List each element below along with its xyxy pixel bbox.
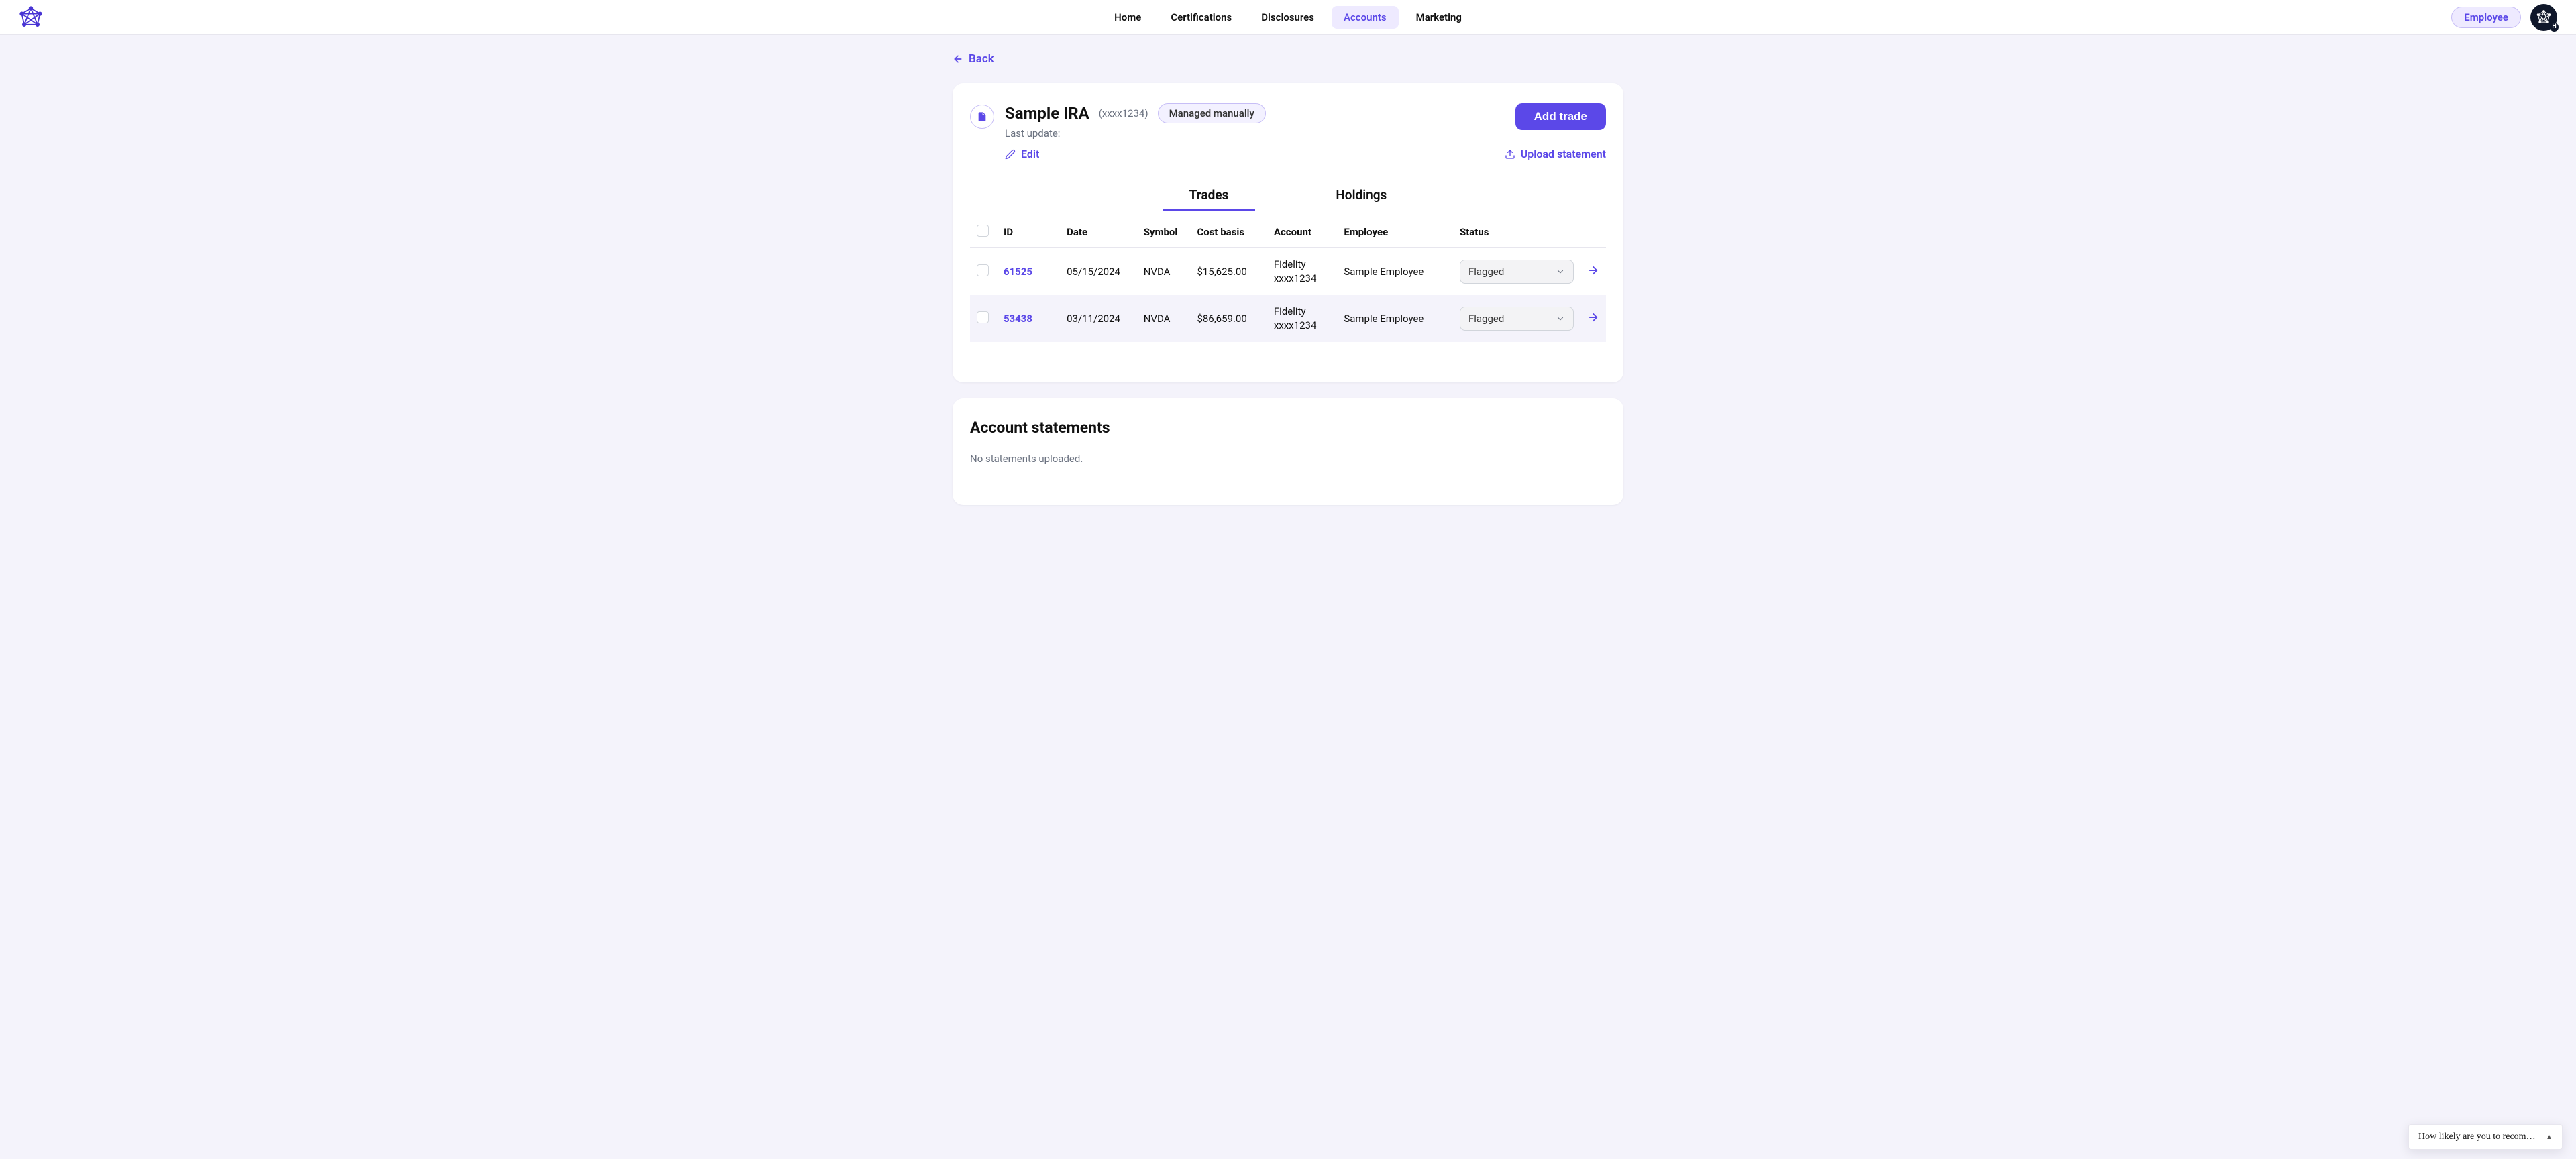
document-icon bbox=[970, 105, 994, 129]
account-header: Sample IRA (xxxx1234) Managed manually L… bbox=[970, 103, 1606, 140]
edit-label: Edit bbox=[1021, 148, 1039, 160]
chevron-down-icon bbox=[1556, 314, 1565, 323]
main-nav: Home Certifications Disclosures Accounts… bbox=[1102, 6, 1474, 29]
status-select[interactable]: Flagged bbox=[1460, 307, 1574, 331]
edit-button[interactable]: Edit bbox=[1005, 148, 1039, 160]
app-header: Home Certifications Disclosures Accounts… bbox=[0, 0, 2576, 35]
statements-title: Account statements bbox=[970, 419, 1606, 437]
row-checkbox[interactable] bbox=[977, 264, 989, 276]
table-row: 53438 03/11/2024 NVDA $86,659.00 Fidelit… bbox=[970, 295, 1606, 342]
upload-statement-button[interactable]: Upload statement bbox=[1505, 148, 1606, 160]
arrow-right-icon bbox=[1587, 311, 1599, 323]
last-update-label: Last update: bbox=[1005, 127, 1060, 140]
trade-id-link[interactable]: 61525 bbox=[1004, 266, 1032, 278]
nav-certifications[interactable]: Certifications bbox=[1159, 6, 1244, 29]
cell-cost-basis: $86,659.00 bbox=[1190, 295, 1267, 342]
header-right: Employee H bbox=[2451, 4, 2557, 31]
statements-empty-text: No statements uploaded. bbox=[970, 453, 1606, 465]
management-badge: Managed manually bbox=[1158, 103, 1266, 123]
account-card: Sample IRA (xxxx1234) Managed manually L… bbox=[953, 83, 1623, 382]
col-symbol: Symbol bbox=[1137, 217, 1191, 248]
cell-date: 03/11/2024 bbox=[1060, 295, 1137, 342]
col-account: Account bbox=[1267, 217, 1337, 248]
account-name: Sample IRA bbox=[1005, 104, 1089, 123]
col-date: Date bbox=[1060, 217, 1137, 248]
row-details-button[interactable] bbox=[1587, 311, 1599, 323]
cell-employee: Sample Employee bbox=[1337, 295, 1453, 342]
user-avatar[interactable]: H bbox=[2530, 4, 2557, 31]
account-actions-row: Edit Upload statement bbox=[970, 148, 1606, 160]
cell-employee: Sample Employee bbox=[1337, 248, 1453, 296]
account-tabs: Trades Holdings bbox=[970, 183, 1606, 211]
table-row: 61525 05/15/2024 NVDA $15,625.00 Fidelit… bbox=[970, 248, 1606, 296]
survey-text: How likely are you to recommen… bbox=[2418, 1132, 2536, 1142]
app-logo-icon bbox=[19, 5, 43, 30]
arrow-right-icon bbox=[1587, 264, 1599, 276]
cell-cost-basis: $15,625.00 bbox=[1190, 248, 1267, 296]
col-employee: Employee bbox=[1337, 217, 1453, 248]
add-trade-button[interactable]: Add trade bbox=[1515, 103, 1606, 130]
survey-widget[interactable]: How likely are you to recommen… ▲ bbox=[2408, 1124, 2563, 1150]
nav-home[interactable]: Home bbox=[1102, 6, 1153, 29]
cell-account: Fidelity xxxx1234 bbox=[1267, 295, 1337, 342]
role-switcher[interactable]: Employee bbox=[2451, 7, 2521, 28]
statements-card: Account statements No statements uploade… bbox=[953, 398, 1623, 505]
row-checkbox[interactable] bbox=[977, 311, 989, 323]
tab-holdings[interactable]: Holdings bbox=[1309, 183, 1413, 211]
cell-date: 05/15/2024 bbox=[1060, 248, 1137, 296]
avatar-badge: H bbox=[2550, 23, 2559, 32]
col-id: ID bbox=[997, 217, 1060, 248]
arrow-left-icon bbox=[953, 54, 963, 64]
cell-symbol: NVDA bbox=[1137, 295, 1191, 342]
upload-icon bbox=[1505, 149, 1515, 160]
pencil-icon bbox=[1005, 149, 1016, 160]
select-all-checkbox[interactable] bbox=[977, 225, 989, 237]
col-status: Status bbox=[1453, 217, 1580, 248]
trades-table: ID Date Symbol Cost basis Account Employ… bbox=[970, 217, 1606, 342]
caret-up-icon: ▲ bbox=[2546, 1134, 2553, 1141]
nav-accounts[interactable]: Accounts bbox=[1332, 6, 1399, 29]
cell-account: Fidelity xxxx1234 bbox=[1267, 248, 1337, 296]
account-mask: (xxxx1234) bbox=[1099, 107, 1148, 119]
row-details-button[interactable] bbox=[1587, 264, 1599, 276]
cell-symbol: NVDA bbox=[1137, 248, 1191, 296]
page-content: Back Sample IRA (xxxx1234) Managed manua… bbox=[953, 35, 1623, 505]
nav-disclosures[interactable]: Disclosures bbox=[1249, 6, 1326, 29]
status-select[interactable]: Flagged bbox=[1460, 260, 1574, 284]
back-link[interactable]: Back bbox=[953, 52, 994, 66]
upload-label: Upload statement bbox=[1521, 148, 1606, 160]
nav-marketing[interactable]: Marketing bbox=[1404, 6, 1474, 29]
tab-trades[interactable]: Trades bbox=[1163, 183, 1256, 211]
col-cost-basis: Cost basis bbox=[1190, 217, 1267, 248]
chevron-down-icon bbox=[1556, 267, 1565, 276]
trade-id-link[interactable]: 53438 bbox=[1004, 313, 1032, 325]
back-label: Back bbox=[969, 52, 994, 66]
